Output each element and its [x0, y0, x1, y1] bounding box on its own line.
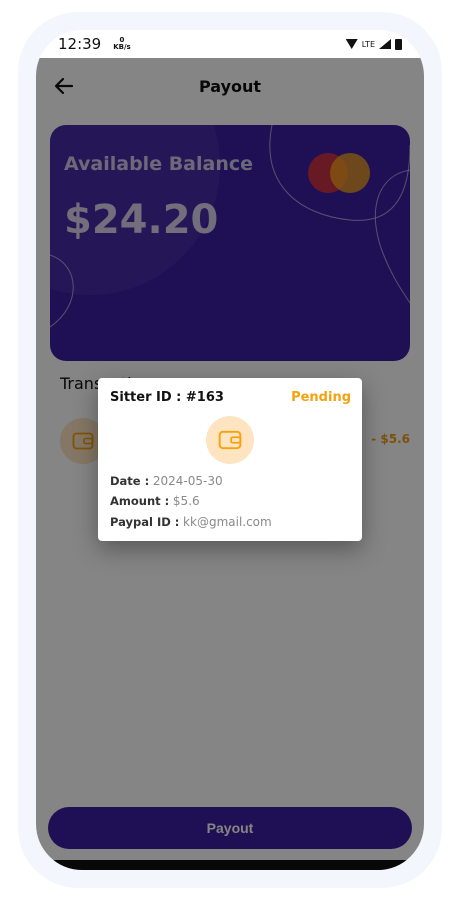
dialog-date-row: Date : 2024-05-30	[110, 474, 223, 488]
dialog-paypal-value: kk@gmail.com	[183, 515, 272, 529]
phone-screen: 12:39 0 KB/s LTE Payout Available Balanc…	[36, 30, 424, 870]
status-badge: Pending	[291, 390, 351, 405]
status-net-unit: KB/s	[113, 43, 131, 51]
dialog-amount-label: Amount :	[110, 494, 170, 508]
signal-icon	[379, 39, 391, 49]
wifi-icon	[345, 39, 358, 49]
status-network-label: LTE	[361, 39, 375, 49]
dialog-date-label: Date :	[110, 474, 150, 488]
dialog-sitter-id: Sitter ID : #163	[110, 390, 224, 405]
dialog-paypal-row: Paypal ID : kk@gmail.com	[110, 515, 272, 529]
status-bar: 12:39 0 KB/s LTE	[36, 30, 424, 58]
wallet-icon	[218, 430, 242, 450]
dialog-amount-value: $5.6	[172, 494, 200, 508]
status-icons: LTE	[345, 38, 402, 50]
battery-icon	[395, 38, 402, 50]
status-net-speed: 0 KB/s	[113, 37, 130, 51]
status-time: 12:39	[58, 35, 102, 53]
dialog-paypal-label: Paypal ID :	[110, 515, 180, 529]
dialog-date-value: 2024-05-30	[152, 474, 223, 488]
dialog-amount-row: Amount : $5.6	[110, 494, 200, 508]
dialog-icon-bg	[206, 416, 254, 464]
transaction-detail-dialog: Sitter ID : #163 Pending Date : 2024-05-…	[98, 378, 362, 541]
